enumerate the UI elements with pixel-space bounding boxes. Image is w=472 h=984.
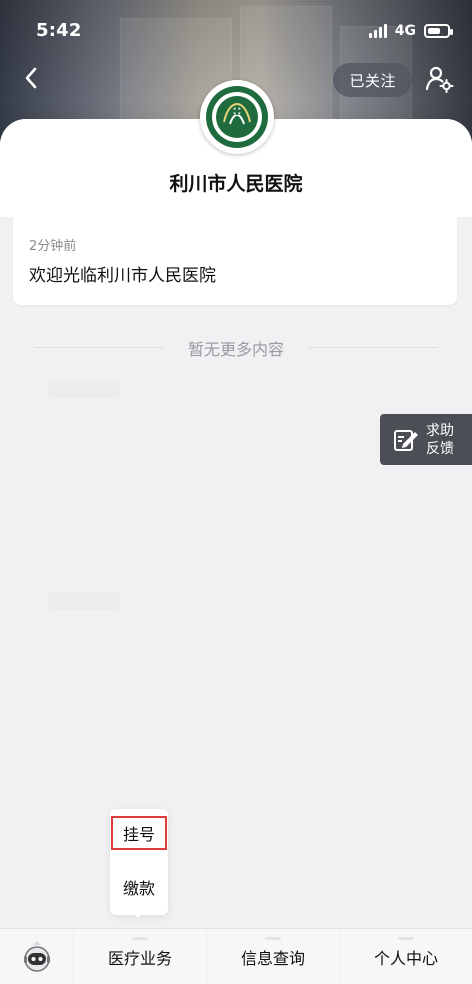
follow-label: 已关注 [349,71,396,90]
hospital-logo-icon [206,86,268,148]
hospital-name: 利川市人民医院 [169,173,303,195]
edit-icon [392,426,420,454]
assistant-avatar-icon [23,940,50,972]
message-text: 欢迎光临利川市人民医院 [29,266,216,286]
feedback-label-line2: 反馈 [426,440,454,457]
ghost-artifact [48,592,120,610]
network-label: 4G [394,23,416,39]
popup-item-register-label: 挂号 [122,825,155,844]
profile-settings-button[interactable] [424,64,454,94]
signal-icon [368,24,387,38]
follow-button[interactable]: 已关注 [333,63,412,97]
status-bar: 5:42 4G [0,0,472,52]
popup-item-payment-label: 缴款 [122,879,155,898]
tab-indicator [265,937,281,940]
popup-item-register[interactable]: 挂号 [111,816,167,850]
user-settings-icon [425,66,454,93]
feed-end-text: 暂无更多内容 [187,340,284,359]
tab-indicator [132,937,148,940]
tab-indicator [398,937,414,940]
feedback-label-line1: 求助 [426,422,454,439]
tab-medical-business-label: 医疗业务 [107,948,172,968]
chevron-left-icon [25,67,37,89]
message-time: 2分钟前 [29,239,77,254]
battery-icon [424,24,453,38]
ghost-artifact [48,380,120,398]
welcome-message-card[interactable]: 2分钟前 欢迎光临利川市人民医院 [13,213,457,305]
tab-personal-center-label: 个人中心 [373,948,438,968]
bottom-tab-bar: 医疗业务 信息查询 个人中心 [0,928,472,984]
feed-end-divider: 暂无更多内容 [34,335,438,361]
feedback-label: 求助 反馈 [426,422,454,458]
status-time: 5:42 [36,20,82,41]
feedback-button[interactable]: 求助 反馈 [380,414,472,465]
popup-arrow [130,910,146,918]
hospital-logo [200,80,274,154]
status-right: 4G [368,22,453,40]
assistant-avatar-button[interactable] [0,929,74,984]
back-button[interactable] [18,64,46,92]
tab-medical-business[interactable]: 医疗业务 [74,929,207,984]
medical-business-popup: 挂号 缴款 [110,809,168,915]
divider-line-right [308,347,438,348]
tab-info-query-label: 信息查询 [240,948,305,968]
tab-personal-center[interactable]: 个人中心 [340,929,472,984]
popup-item-payment[interactable]: 缴款 [110,867,168,907]
tab-info-query[interactable]: 信息查询 [207,929,340,984]
